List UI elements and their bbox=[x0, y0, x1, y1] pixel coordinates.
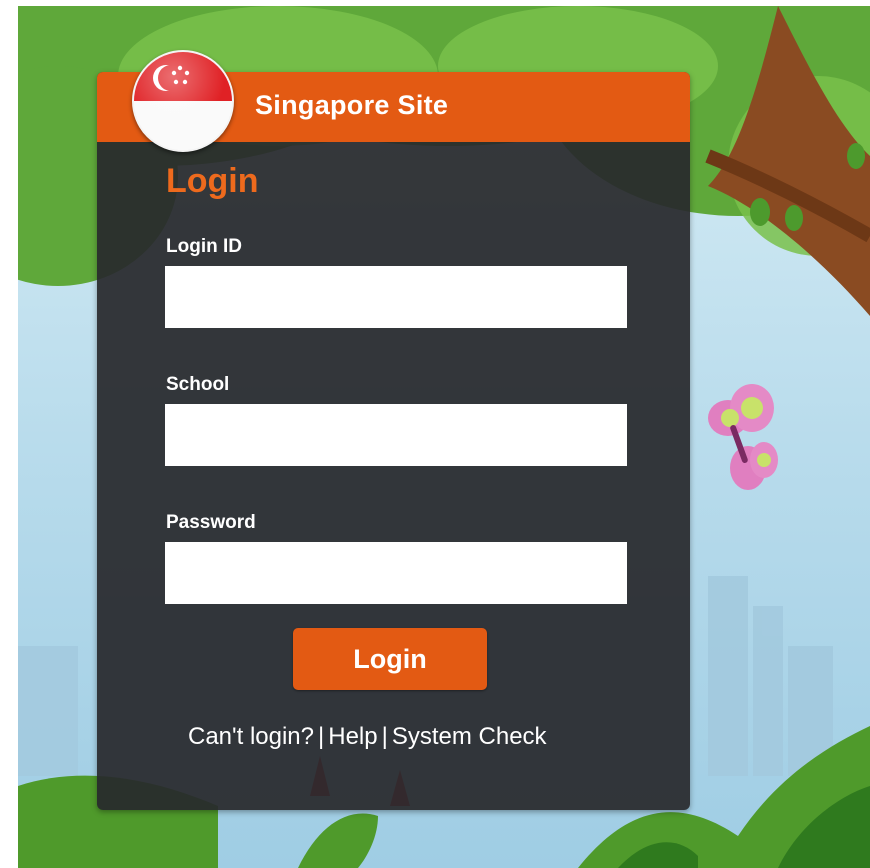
school-label: School bbox=[166, 374, 230, 395]
singapore-flag-icon bbox=[132, 50, 234, 152]
system-check-link[interactable]: System Check bbox=[392, 723, 547, 750]
login-id-label: Login ID bbox=[166, 236, 242, 257]
footer-links: Can't login? | Help | System Check bbox=[188, 723, 547, 751]
login-id-input[interactable] bbox=[165, 266, 627, 328]
login-button[interactable]: Login bbox=[293, 628, 487, 690]
footer-separator: | bbox=[381, 723, 388, 750]
login-heading: Login bbox=[166, 162, 259, 200]
password-input[interactable] bbox=[165, 542, 627, 604]
cant-login-link[interactable]: Can't login? bbox=[188, 723, 314, 750]
footer-separator: | bbox=[318, 723, 325, 750]
help-link[interactable]: Help bbox=[328, 723, 377, 750]
site-title: Singapore Site bbox=[255, 90, 449, 120]
password-label: Password bbox=[166, 512, 256, 533]
school-input[interactable] bbox=[165, 404, 627, 466]
